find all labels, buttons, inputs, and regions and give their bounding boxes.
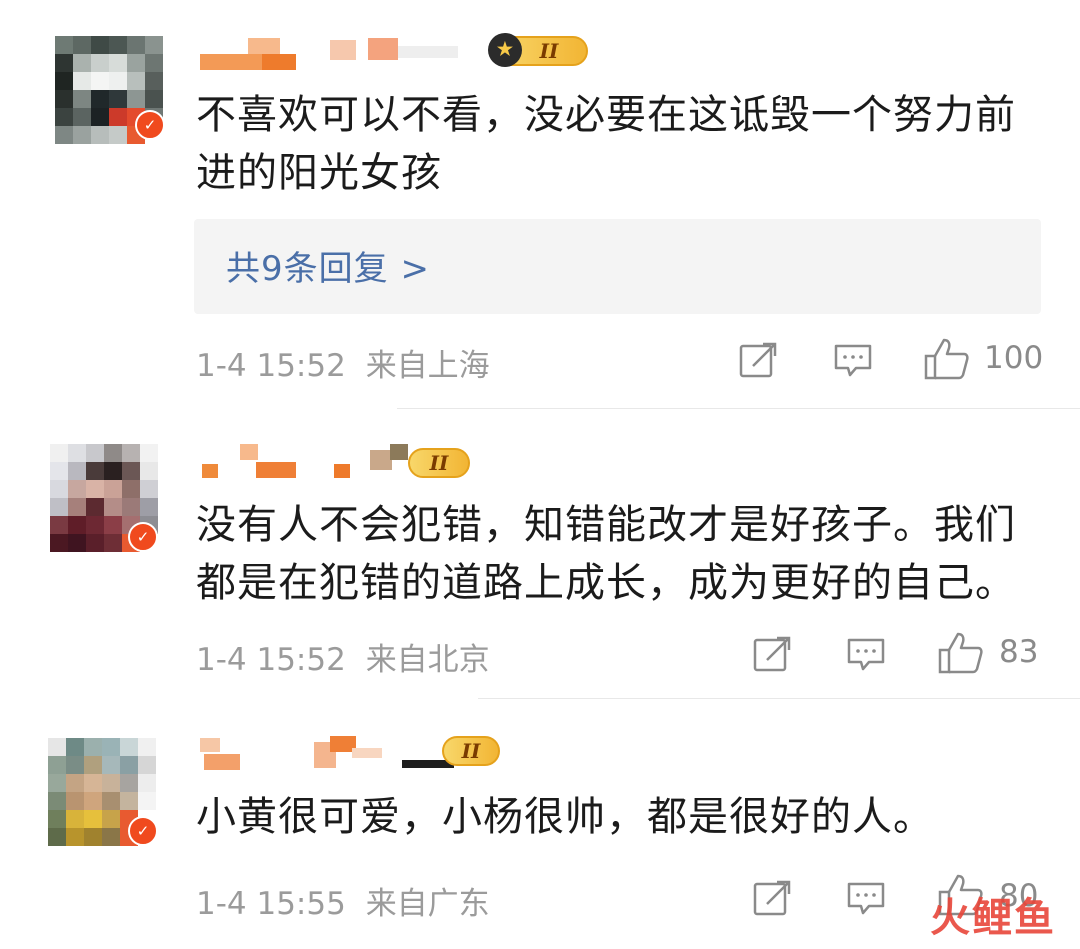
watermark-logo: 火鲤鱼 [930, 895, 1056, 941]
comment-meta: 1-4 15:52 来自上海 [196, 340, 490, 385]
level-text: II [461, 739, 481, 763]
view-replies-link[interactable]: 共9条回复 > [226, 241, 430, 290]
like-icon[interactable] [938, 632, 984, 674]
comment-icon[interactable] [834, 344, 872, 378]
comment-meta: 1-4 15:55 来自广东 [196, 878, 490, 923]
username-blurred[interactable] [200, 444, 420, 478]
level-badge: II [408, 448, 470, 478]
like-icon[interactable] [924, 338, 970, 380]
share-icon[interactable] [739, 342, 779, 378]
like-count: 83 [999, 634, 1039, 670]
level-badge: ★ II [488, 33, 588, 67]
verified-badge-icon: ✓ [135, 110, 165, 140]
verified-badge-icon: ✓ [128, 816, 158, 846]
location: 来自广东 [365, 886, 490, 922]
comment-icon[interactable] [847, 638, 885, 672]
comment-item: ✓ II 没有人不会犯错，知错能改才是好孩子。我们都是在犯错的道路上成长，成为更… [0, 408, 1080, 698]
share-icon[interactable] [753, 636, 793, 672]
level-text: II [539, 39, 559, 63]
level-badge: II [442, 736, 500, 766]
comment-icon[interactable] [847, 882, 885, 916]
comment-item: ✓ II 小黄很可爱，小杨很帅，都是很好的人。 1-4 15:55 来自广东 8… [0, 698, 1080, 949]
crown-icon: ★ [488, 33, 522, 67]
comment-text: 没有人不会犯错，知错能改才是好孩子。我们都是在犯错的道路上成长，成为更好的自己。 [196, 502, 1016, 606]
timestamp: 1-4 15:52 [196, 642, 346, 678]
verified-badge-icon: ✓ [128, 522, 158, 552]
location: 来自北京 [365, 642, 490, 678]
share-icon[interactable] [753, 880, 793, 916]
comment-text: 小黄很可爱，小杨很帅，都是很好的人。 [196, 794, 934, 840]
replies-box[interactable]: 共9条回复 > [194, 219, 1041, 314]
level-text: II [429, 451, 449, 475]
comment-text: 不喜欢可以不看，没必要在这诋毁一个努力前进的阳光女孩 [196, 92, 1016, 196]
timestamp: 1-4 15:52 [196, 348, 346, 384]
timestamp: 1-4 15:55 [196, 886, 346, 922]
comment-meta: 1-4 15:52 来自北京 [196, 634, 490, 679]
like-count: 100 [984, 340, 1044, 376]
comment-item: ✓ ★ II 不喜欢可以不看，没必要在这诋毁一个努力前进的阳光女孩 共9条回复 … [0, 0, 1080, 408]
username-blurred[interactable] [200, 36, 490, 70]
location: 来自上海 [365, 348, 490, 384]
